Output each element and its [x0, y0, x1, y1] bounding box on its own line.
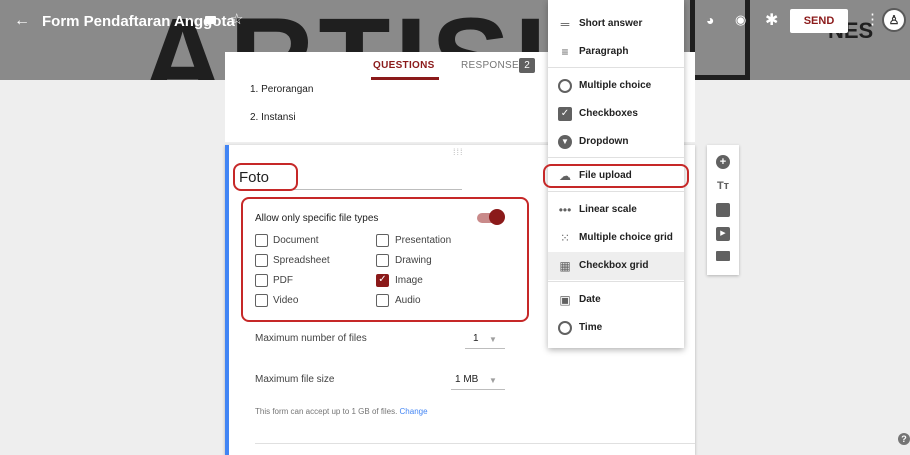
- palette-icon[interactable]: ◕: [706, 12, 714, 28]
- checkbox-label: Spreadsheet: [273, 255, 330, 266]
- menu-separator: [548, 67, 684, 68]
- toggle-thumb[interactable]: [489, 209, 505, 225]
- tab-questions[interactable]: QUESTIONS: [373, 60, 435, 71]
- menu-item-checkbox-grid[interactable]: ▦ Checkbox grid: [548, 252, 684, 280]
- active-card-accent: [225, 145, 229, 455]
- radio-icon: [558, 79, 572, 93]
- add-question-icon[interactable]: +: [716, 155, 730, 169]
- menu-item-multiple-choice[interactable]: Multiple choice: [548, 72, 684, 100]
- menu-item-label: Checkboxes: [579, 108, 638, 119]
- menu-separator: [548, 157, 684, 158]
- menu-item-checkboxes[interactable]: ✓ Checkboxes: [548, 100, 684, 128]
- short-answer-icon: ═: [560, 17, 570, 31]
- checkbox-spreadsheet[interactable]: [255, 254, 268, 267]
- highlight-outline-title: [233, 163, 298, 191]
- menu-item-label: Checkbox grid: [579, 260, 649, 271]
- checkbox-label: Video: [273, 295, 299, 306]
- menu-item-multiple-choice-grid[interactable]: ⁙ Multiple choice grid: [548, 224, 684, 252]
- checkbox-label: Presentation: [395, 235, 452, 246]
- clock-icon: [558, 321, 572, 335]
- checkbox-label: Audio: [395, 295, 421, 306]
- menu-item-date[interactable]: ▣ Date: [548, 286, 684, 314]
- side-toolbar: + Tт ▶: [707, 145, 739, 275]
- menu-item-label: Dropdown: [579, 136, 629, 147]
- grid-icon: ▦: [559, 259, 571, 273]
- calendar-icon: ▣: [559, 293, 571, 307]
- max-size-label: Maximum file size: [255, 374, 335, 385]
- dropdown-icon: ▼: [558, 135, 572, 149]
- select-underline: [451, 389, 505, 390]
- tab-responses[interactable]: RESPONSES: [461, 60, 526, 71]
- menu-item-time[interactable]: Time: [548, 314, 684, 342]
- help-icon[interactable]: ?: [898, 433, 910, 445]
- checkbox-label: Document: [273, 235, 319, 246]
- drag-handle-icon[interactable]: ⁞⁞⁞: [453, 147, 464, 157]
- option-item[interactable]: 2. Instansi: [250, 112, 296, 123]
- max-files-select[interactable]: 1: [473, 333, 479, 344]
- file-limit-note-text: This form can accept up to 1 GB of files…: [255, 407, 398, 416]
- star-icon[interactable]: ☆: [230, 10, 243, 28]
- menu-item-label: Linear scale: [579, 204, 637, 215]
- menu-item-dropdown[interactable]: ▼ Dropdown: [548, 128, 684, 156]
- checkbox-label: Drawing: [395, 255, 432, 266]
- checkbox-label: Image: [395, 275, 423, 286]
- add-title-icon[interactable]: Tт: [716, 179, 730, 193]
- change-limit-link[interactable]: Change: [400, 407, 428, 416]
- add-image-icon[interactable]: [716, 203, 730, 217]
- grid-icon: ⁙: [559, 231, 571, 245]
- menu-item-paragraph[interactable]: ≡ Paragraph: [548, 38, 684, 66]
- chevron-down-icon[interactable]: ▼: [489, 335, 497, 344]
- folder-icon[interactable]: [205, 16, 216, 24]
- allow-specific-types-label: Allow only specific file types: [255, 213, 379, 224]
- checkbox-document[interactable]: [255, 234, 268, 247]
- paragraph-icon: ≡: [561, 45, 569, 59]
- option-item[interactable]: 1. Perorangan: [250, 84, 313, 95]
- add-video-icon[interactable]: ▶: [716, 227, 730, 241]
- gear-icon[interactable]: ✱: [765, 10, 778, 30]
- menu-separator: [548, 281, 684, 282]
- card-divider: [255, 443, 695, 444]
- menu-separator: [548, 191, 684, 192]
- menu-item-label: Short answer: [579, 18, 643, 29]
- back-arrow-icon[interactable]: ←: [14, 12, 30, 30]
- preview-eye-icon[interactable]: ◉: [735, 12, 746, 28]
- chevron-down-icon[interactable]: ▼: [489, 376, 497, 385]
- responses-count-badge: 2: [519, 58, 535, 73]
- add-section-icon[interactable]: [716, 251, 730, 261]
- menu-item-short-answer[interactable]: ═ Short answer: [548, 10, 684, 38]
- menu-item-label: Paragraph: [579, 46, 629, 57]
- send-button[interactable]: SEND: [790, 9, 848, 33]
- checkbox-icon: ✓: [558, 107, 572, 121]
- menu-item-label: Multiple choice grid: [579, 232, 673, 243]
- menu-item-label: Time: [579, 322, 603, 333]
- checkbox-drawing[interactable]: [376, 254, 389, 267]
- menu-item-linear-scale[interactable]: ••• Linear scale: [548, 196, 684, 224]
- more-options-icon[interactable]: ⋮: [865, 10, 880, 28]
- max-size-select[interactable]: 1 MB: [455, 374, 478, 385]
- checkbox-video[interactable]: [255, 294, 268, 307]
- checkbox-presentation[interactable]: [376, 234, 389, 247]
- menu-item-label: Date: [579, 294, 601, 305]
- checkbox-label: PDF: [273, 275, 293, 286]
- avatar[interactable]: ♙: [882, 8, 906, 32]
- checkbox-audio[interactable]: [376, 294, 389, 307]
- select-underline: [465, 348, 505, 349]
- checkbox-pdf[interactable]: [255, 274, 268, 287]
- menu-item-label: Multiple choice: [579, 80, 652, 91]
- max-files-label: Maximum number of files: [255, 333, 367, 344]
- file-limit-note: This form can accept up to 1 GB of files…: [255, 407, 428, 416]
- linear-scale-icon: •••: [558, 203, 572, 217]
- highlight-outline-file-upload: [543, 164, 689, 188]
- checkbox-image[interactable]: ✓: [376, 274, 389, 287]
